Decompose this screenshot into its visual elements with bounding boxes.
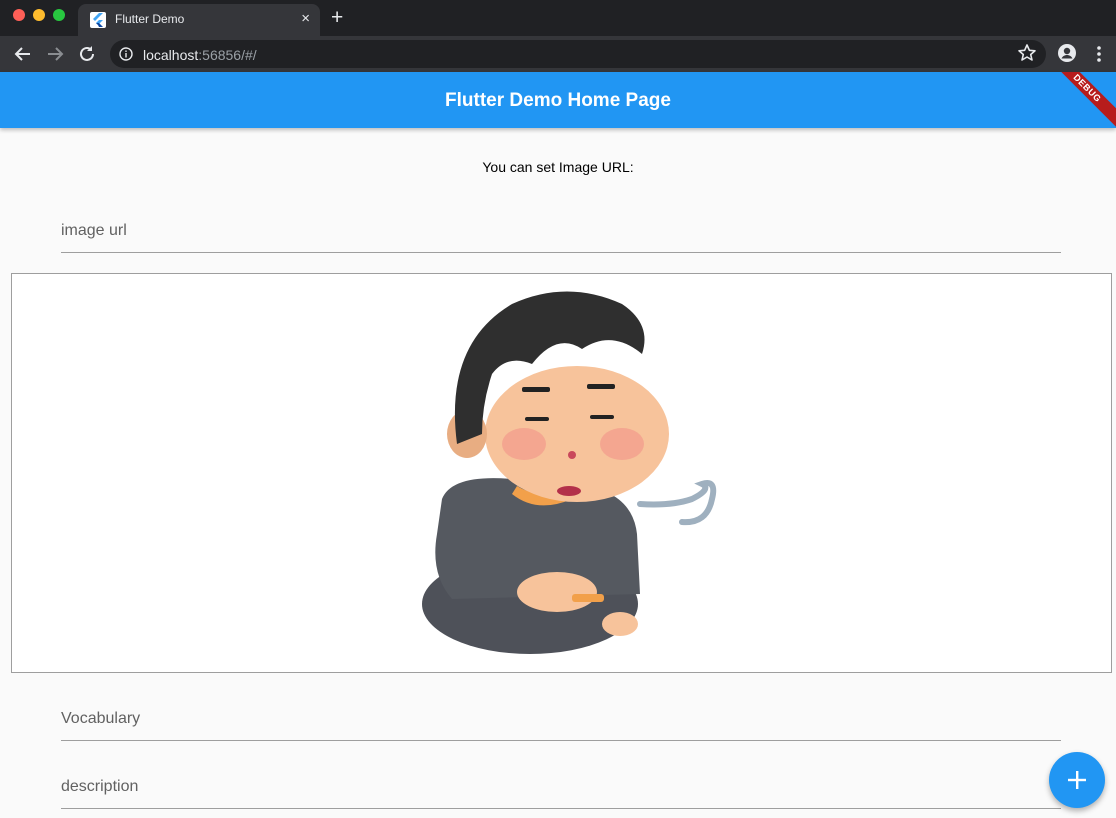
browser-tab[interactable]: Flutter Demo × [78,4,320,36]
vocabulary-placeholder: Vocabulary [61,710,141,727]
image-url-field[interactable]: image url [61,212,1061,253]
reload-icon[interactable] [76,43,98,65]
window-zoom-button[interactable] [53,9,65,21]
page-title: Flutter Demo Home Page [445,90,671,111]
vocabulary-field[interactable]: Vocabulary [61,700,1061,741]
new-tab-button[interactable]: + [331,6,343,30]
image-url-prompt: You can set Image URL: [482,159,634,175]
profile-avatar-icon[interactable] [1057,43,1077,63]
image-preview [11,273,1112,673]
description-field[interactable]: description [61,768,1061,809]
window-minimize-button[interactable] [33,9,45,21]
tab-close-icon[interactable]: × [301,9,310,29]
browser-tab-strip: Flutter Demo × + [0,0,1116,36]
back-arrow-icon[interactable] [12,43,34,65]
app-bar: Flutter Demo Home Page DEBUG [0,72,1116,128]
window-close-button[interactable] [13,9,25,21]
tab-title: Flutter Demo [115,12,185,26]
flutter-favicon-icon [90,12,106,28]
url-text: localhost:56856/#/ [143,47,257,63]
forward-arrow-icon[interactable] [44,43,66,65]
plus-icon [1068,771,1086,789]
more-menu-icon[interactable] [1093,44,1105,64]
bookmark-star-icon[interactable] [1017,43,1037,63]
add-button[interactable] [1049,752,1105,808]
address-bar[interactable]: localhost:56856/#/ [110,40,1046,68]
sitting-boy-illustration [422,291,717,654]
image-url-placeholder: image url [61,222,127,239]
browser-toolbar: localhost:56856/#/ [0,36,1116,72]
site-info-icon[interactable] [119,47,133,61]
description-placeholder: description [61,778,139,795]
